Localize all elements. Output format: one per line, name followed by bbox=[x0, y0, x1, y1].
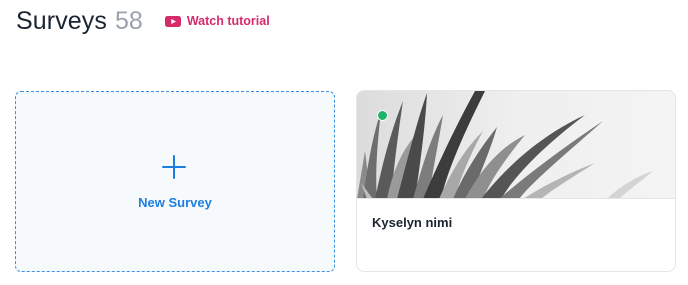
youtube-play-icon bbox=[164, 15, 181, 27]
survey-subtitle-placeholder bbox=[367, 234, 471, 257]
survey-status-dot bbox=[377, 110, 388, 121]
page-header: Surveys 58 Watch tutorial bbox=[16, 4, 270, 38]
plus-icon bbox=[162, 155, 186, 179]
survey-cover-image bbox=[357, 91, 675, 199]
survey-count: 58 bbox=[115, 6, 143, 35]
grass-leaves-image bbox=[357, 91, 675, 198]
new-survey-card[interactable]: New Survey bbox=[15, 91, 335, 272]
watch-tutorial-label: Watch tutorial bbox=[186, 14, 270, 28]
survey-card[interactable]: Kyselyn nimi bbox=[356, 90, 676, 272]
watch-tutorial-link[interactable]: Watch tutorial bbox=[164, 14, 270, 28]
survey-name: Kyselyn nimi bbox=[372, 215, 453, 230]
page-title: Surveys bbox=[16, 6, 108, 35]
new-survey-label: New Survey bbox=[138, 195, 212, 210]
